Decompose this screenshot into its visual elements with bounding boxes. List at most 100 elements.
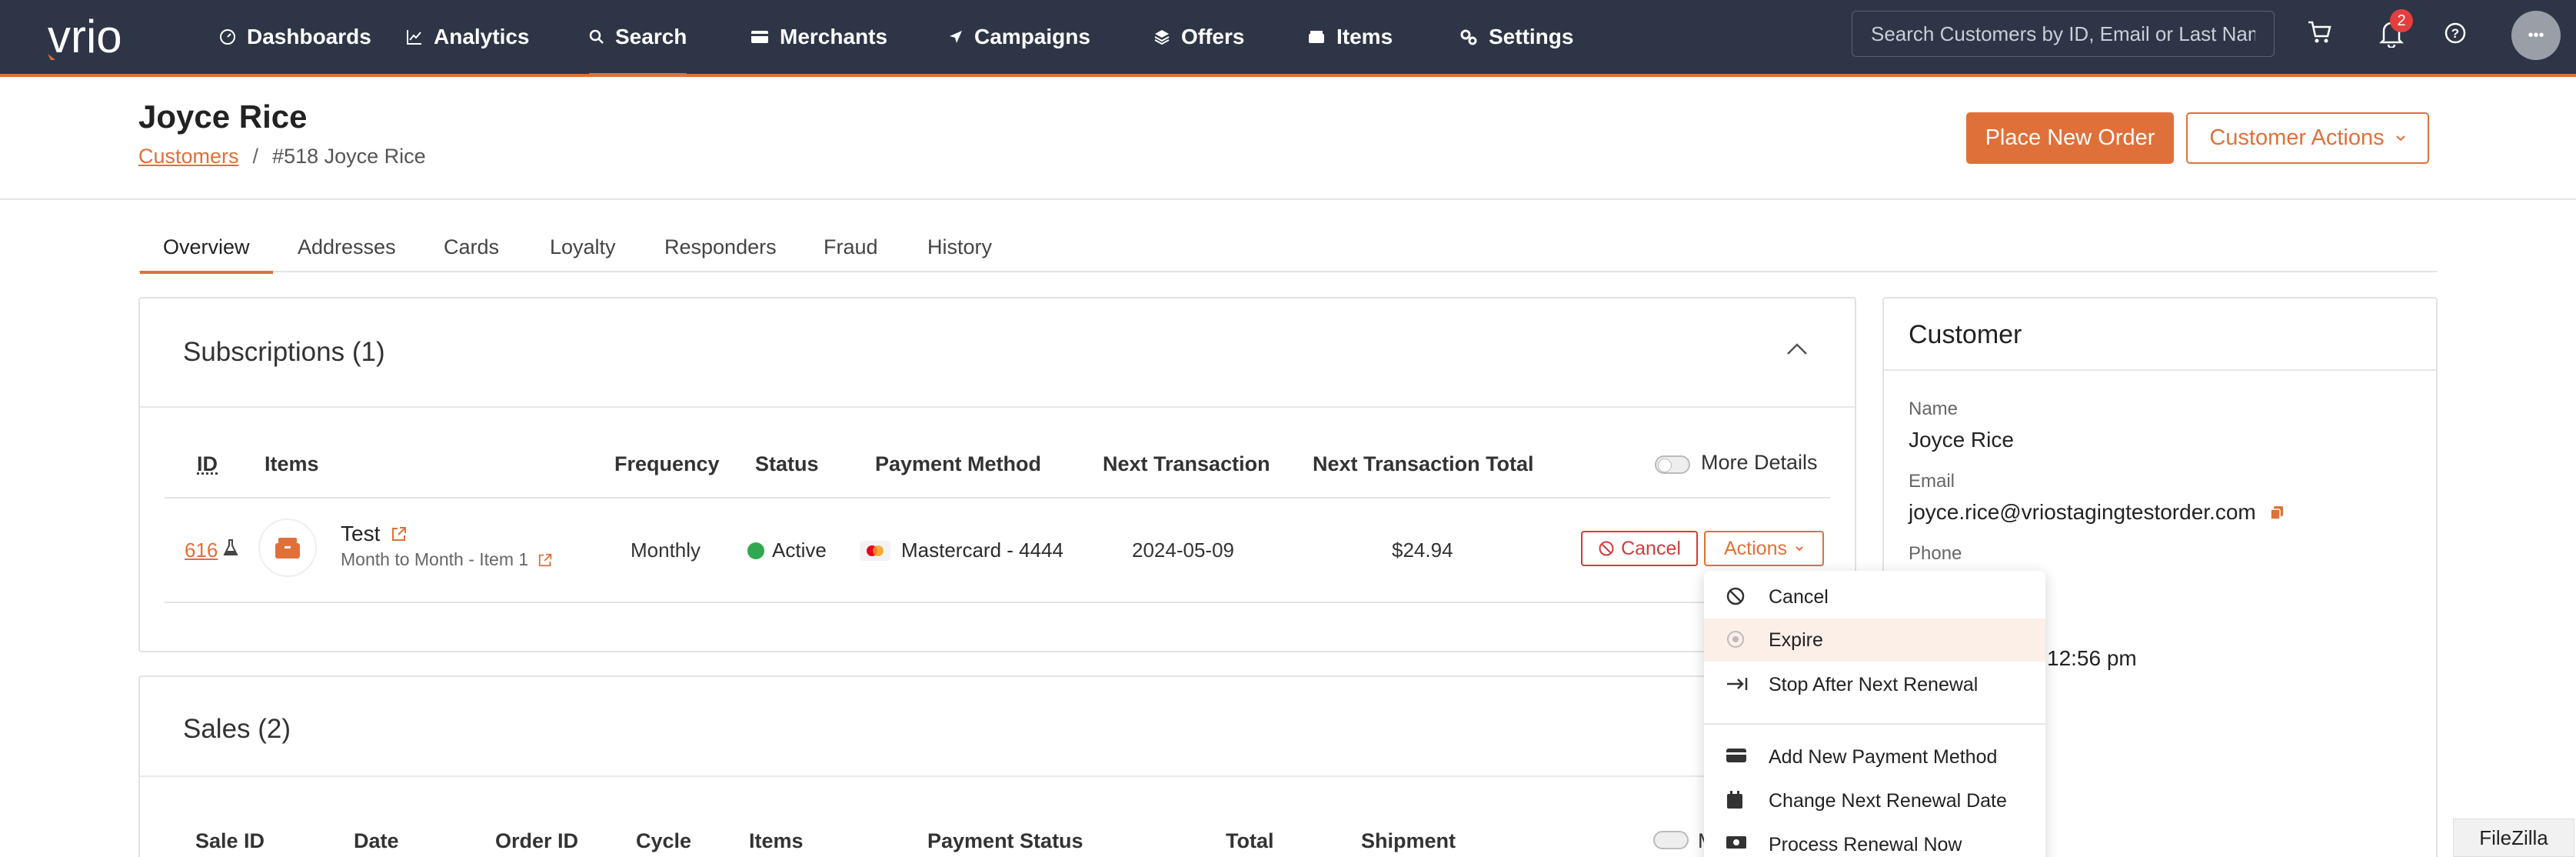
help-icon[interactable]: ? bbox=[2444, 22, 2467, 45]
breadcrumb: Customers / #518 Joyce Rice bbox=[138, 145, 426, 168]
menu-item-add-payment-method[interactable]: Add New Payment Method bbox=[1704, 735, 2045, 779]
more-details-toggle[interactable] bbox=[1653, 831, 1689, 849]
tab-addresses[interactable]: Addresses bbox=[298, 235, 396, 259]
customer-actions-button[interactable]: Customer Actions bbox=[2186, 112, 2429, 164]
column-header-total: Total bbox=[1226, 829, 1274, 852]
menu-item-label: Add New Payment Method bbox=[1769, 745, 1998, 768]
menu-item-label: Stop After Next Renewal bbox=[1769, 673, 1979, 695]
divider bbox=[140, 775, 1855, 777]
tab-responders[interactable]: Responders bbox=[664, 235, 777, 259]
expire-icon bbox=[1726, 629, 1746, 649]
payment-method-text: Mastercard - 4444 bbox=[901, 539, 1063, 562]
more-details-label: More Details bbox=[1701, 451, 1818, 474]
menu-item-cancel[interactable]: Cancel bbox=[1704, 575, 2045, 619]
chevron-down-icon bbox=[1795, 545, 1804, 552]
nav-dashboards[interactable]: Dashboards bbox=[219, 0, 371, 74]
nav-campaigns[interactable]: Campaigns bbox=[948, 0, 1090, 74]
nav-offers[interactable]: Offers bbox=[1153, 0, 1244, 74]
external-link-icon[interactable] bbox=[537, 552, 553, 568]
nav-label: Offers bbox=[1181, 25, 1245, 48]
customer-search-input[interactable] bbox=[1852, 11, 2275, 57]
menu-item-process-renewal-now[interactable]: Process Renewal Now bbox=[1704, 823, 2045, 857]
calendar-icon bbox=[1726, 790, 1744, 810]
subscription-actions-button[interactable]: Actions bbox=[1704, 531, 1824, 566]
payment-method-cell: Mastercard - 4444 bbox=[860, 539, 1063, 562]
nav-search[interactable]: Search bbox=[589, 0, 687, 77]
arrow-stop-icon bbox=[1726, 674, 1749, 694]
divider bbox=[140, 406, 1855, 408]
subscription-id-link[interactable]: 616 bbox=[185, 539, 218, 562]
gears-icon bbox=[1459, 28, 1489, 45]
cash-icon bbox=[1726, 834, 1747, 851]
chevron-up-icon[interactable] bbox=[1786, 342, 1809, 357]
credit-card-icon bbox=[1726, 746, 1747, 765]
phone-label: Phone bbox=[1909, 543, 1962, 564]
copy-icon[interactable] bbox=[2268, 504, 2285, 521]
column-header-date: Date bbox=[354, 829, 399, 852]
tab-fraud[interactable]: Fraud bbox=[824, 235, 878, 259]
nav-label: Search bbox=[615, 25, 687, 48]
menu-item-label: Process Renewal Now bbox=[1769, 833, 1962, 855]
column-header-items: Items bbox=[749, 829, 804, 852]
breadcrumb-customers-link[interactable]: Customers bbox=[138, 145, 239, 168]
nav-label: Analytics bbox=[434, 25, 530, 48]
svg-text:?: ? bbox=[2451, 26, 2459, 41]
taskbar-filezilla[interactable]: FileZilla bbox=[2453, 819, 2574, 857]
nav-settings[interactable]: Settings bbox=[1459, 0, 1573, 74]
column-header-cycle: Cycle bbox=[636, 829, 692, 852]
svg-text:vrio: vrio bbox=[48, 14, 122, 60]
status-badge: Active bbox=[747, 539, 827, 562]
actions-label: Actions bbox=[1724, 537, 1787, 559]
column-header-id[interactable]: ID bbox=[197, 452, 218, 476]
sales-title: Sales (2) bbox=[183, 714, 291, 744]
menu-item-change-renewal-date[interactable]: Change Next Renewal Date bbox=[1704, 779, 2045, 822]
top-navbar: vrio Dashboards Analytics Search Merchan… bbox=[0, 0, 2576, 77]
frequency-cell: Monthly bbox=[631, 539, 701, 562]
column-header-payment-method: Payment Method bbox=[875, 452, 1042, 475]
customer-name: Joyce Rice bbox=[1909, 428, 2014, 452]
box-icon bbox=[274, 535, 301, 560]
email-label: Email bbox=[1909, 471, 1955, 492]
nav-analytics[interactable]: Analytics bbox=[406, 0, 530, 74]
mastercard-icon bbox=[860, 540, 890, 561]
tab-overview[interactable]: Overview bbox=[140, 235, 272, 274]
place-new-order-button[interactable]: Place New Order bbox=[1966, 112, 2174, 164]
tab-history[interactable]: History bbox=[927, 235, 992, 259]
customer-email: joyce.rice@vriostagingtestorder.com bbox=[1909, 500, 2285, 525]
cart-icon[interactable] bbox=[2307, 20, 2333, 45]
chevron-down-icon bbox=[2395, 135, 2406, 142]
customer-name-text: Joyce Rice bbox=[1909, 428, 2014, 452]
vrio-logo[interactable]: vrio bbox=[48, 14, 171, 60]
nav-label: Items bbox=[1336, 25, 1393, 48]
menu-item-label: Expire bbox=[1769, 629, 1823, 651]
notification-badge: 2 bbox=[2390, 9, 2413, 32]
cancel-subscription-button[interactable]: Cancel bbox=[1581, 531, 1698, 566]
name-label: Name bbox=[1909, 398, 1959, 419]
menu-item-expire[interactable]: Expire bbox=[1704, 619, 2045, 662]
nav-items[interactable]: Items bbox=[1307, 0, 1393, 74]
tab-cards[interactable]: Cards bbox=[444, 235, 499, 259]
next-transaction-cell: 2024-05-09 bbox=[1132, 539, 1234, 562]
menu-item-stop-after-next-renewal[interactable]: Stop After Next Renewal bbox=[1704, 663, 2045, 706]
customer-title: Customer bbox=[1909, 320, 2022, 349]
column-header-frequency: Frequency bbox=[614, 452, 720, 475]
tab-loyalty[interactable]: Loyalty bbox=[550, 235, 616, 259]
send-icon bbox=[948, 29, 974, 45]
item-offer: Month to Month - Item 1 bbox=[341, 549, 553, 570]
nav-label: Dashboards bbox=[247, 25, 371, 48]
external-link-icon[interactable] bbox=[391, 525, 408, 542]
column-header-status: Status bbox=[755, 452, 819, 475]
menu-divider bbox=[1704, 723, 2045, 725]
column-header-order-id: Order ID bbox=[495, 829, 579, 852]
card-icon bbox=[751, 29, 780, 45]
page-title: Joyce Rice bbox=[138, 98, 308, 135]
column-header-shipment: Shipment bbox=[1361, 829, 1456, 852]
avatar[interactable]: ••• bbox=[2511, 11, 2561, 60]
cancel-label: Cancel bbox=[1621, 537, 1681, 559]
more-details-toggle[interactable] bbox=[1655, 455, 1690, 474]
column-header-sale-id: Sale ID bbox=[195, 829, 265, 852]
nav-merchants[interactable]: Merchants bbox=[751, 0, 887, 74]
nav-label: Merchants bbox=[780, 25, 888, 48]
next-transaction-total-cell: $24.94 bbox=[1392, 539, 1453, 562]
item-name-text: Test bbox=[341, 522, 381, 545]
